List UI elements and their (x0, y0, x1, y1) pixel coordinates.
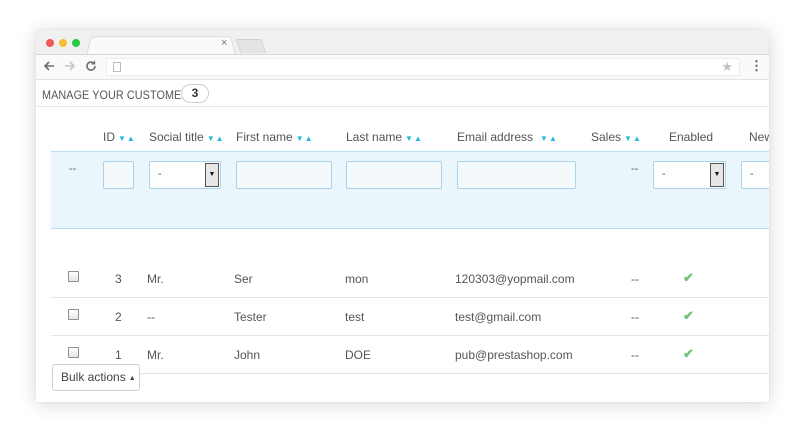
sort-icon[interactable]: ▼▲ (118, 134, 136, 143)
cell-social-title: Mr. (147, 272, 164, 286)
check-icon[interactable]: ✔ (683, 270, 694, 286)
column-header-enabled[interactable]: Enabled (669, 130, 713, 144)
address-bar[interactable]: ★ (106, 58, 740, 76)
cell-first-name: John (234, 348, 261, 362)
filter-email-input[interactable] (457, 161, 576, 189)
new-tab-button[interactable] (235, 39, 267, 53)
column-header-social-title[interactable]: Social title ▼▲ (149, 130, 225, 144)
cell-id: 3 (115, 272, 122, 286)
column-header-first-name[interactable]: First name ▼▲ (236, 130, 314, 144)
active-tab[interactable] (86, 36, 236, 55)
page-header: MANAGE YOUR CUSTOMERS 3 (36, 81, 769, 107)
cell-last-name: DOE (345, 348, 372, 362)
column-header-newsletter[interactable]: New (749, 130, 769, 144)
bookmark-star-icon[interactable]: ★ (721, 59, 733, 75)
browser-menu-icon[interactable]: ⋮ (750, 58, 763, 74)
bulk-actions-label: Bulk actions (61, 370, 126, 384)
table-row[interactable]: 3 Mr. Ser mon 120303@yopmail.com -- ✔ (51, 260, 769, 298)
column-header-sales[interactable]: Sales ▼▲ (591, 130, 642, 144)
filter-row: -- - ▼ -- - ▼ - (51, 151, 769, 229)
cell-last-name: test (345, 310, 365, 324)
filter-sales-placeholder: -- (631, 163, 639, 175)
table-row[interactable]: 2 -- Tester test test@gmail.com -- ✔ (51, 298, 769, 336)
stage: × ★ ⋮ MANAGE YOUR CUSTOMERS 3 ID ▼▲ Soci… (0, 0, 805, 444)
cell-id: 2 (115, 310, 122, 324)
caret-up-icon: ▲ (128, 375, 136, 382)
forward-arrow-icon[interactable] (64, 59, 76, 75)
column-header-id[interactable]: ID ▼▲ (103, 130, 136, 144)
cell-social-title: Mr. (147, 348, 164, 362)
filter-first-name-input[interactable] (236, 161, 332, 189)
sort-icon[interactable]: ▼▲ (540, 134, 558, 143)
sort-icon[interactable]: ▼▲ (405, 134, 423, 143)
sort-icon[interactable]: ▼▲ (624, 134, 642, 143)
cell-sales: -- (631, 348, 639, 362)
browser-toolbar: ★ ⋮ (36, 54, 769, 80)
filter-placeholder: -- (69, 163, 77, 175)
page-icon (113, 62, 121, 72)
sort-icon[interactable]: ▼▲ (207, 134, 225, 143)
row-checkbox[interactable] (68, 309, 79, 320)
cell-first-name: Ser (234, 272, 253, 286)
customers-table: ID ▼▲ Social title ▼▲ First name ▼▲ Last na… (51, 108, 769, 402)
browser-window: × ★ ⋮ MANAGE YOUR CUSTOMERS 3 ID ▼▲ Soci… (36, 30, 769, 402)
cell-id: 1 (115, 348, 122, 362)
cell-first-name: Tester (234, 310, 267, 324)
cell-sales: -- (631, 310, 639, 324)
close-window-button[interactable] (46, 39, 54, 47)
column-header-email[interactable]: Email address ▼▲ (457, 130, 558, 144)
filter-newsletter-select[interactable]: - (741, 161, 769, 189)
cell-email: 120303@yopmail.com (455, 272, 575, 286)
tab-close-icon[interactable]: × (221, 37, 227, 49)
page-title: MANAGE YOUR CUSTOMERS (42, 88, 197, 102)
filter-social-title-select[interactable]: - ▼ (149, 161, 221, 189)
tab-strip: × (36, 30, 769, 55)
table-row[interactable]: 1 Mr. John DOE pub@prestashop.com -- ✔ (51, 336, 769, 374)
column-header-last-name[interactable]: Last name ▼▲ (346, 130, 423, 144)
filter-enabled-select[interactable]: - ▼ (653, 161, 726, 189)
select-value: - (158, 168, 162, 180)
back-arrow-icon[interactable] (43, 59, 55, 75)
cell-email: test@gmail.com (455, 310, 542, 324)
row-checkbox[interactable] (68, 271, 79, 282)
cell-email: pub@prestashop.com (455, 348, 573, 362)
cell-sales: -- (631, 272, 639, 286)
maximize-window-button[interactable] (72, 39, 80, 47)
customer-count-badge: 3 (181, 84, 209, 103)
bulk-actions-button[interactable]: Bulk actions ▲ (52, 364, 140, 391)
reload-icon[interactable] (85, 59, 97, 75)
minimize-window-button[interactable] (59, 39, 67, 47)
chevron-down-icon[interactable]: ▼ (710, 163, 724, 187)
cell-last-name: mon (345, 272, 369, 286)
filter-id-input[interactable] (103, 161, 134, 189)
row-checkbox[interactable] (68, 347, 79, 358)
filter-last-name-input[interactable] (346, 161, 442, 189)
check-icon[interactable]: ✔ (683, 308, 694, 324)
cell-social-title: -- (147, 310, 155, 324)
select-value: - (750, 168, 754, 180)
sort-icon[interactable]: ▼▲ (296, 134, 314, 143)
chevron-down-icon[interactable]: ▼ (205, 163, 219, 187)
check-icon[interactable]: ✔ (683, 346, 694, 362)
select-value: - (662, 168, 666, 180)
